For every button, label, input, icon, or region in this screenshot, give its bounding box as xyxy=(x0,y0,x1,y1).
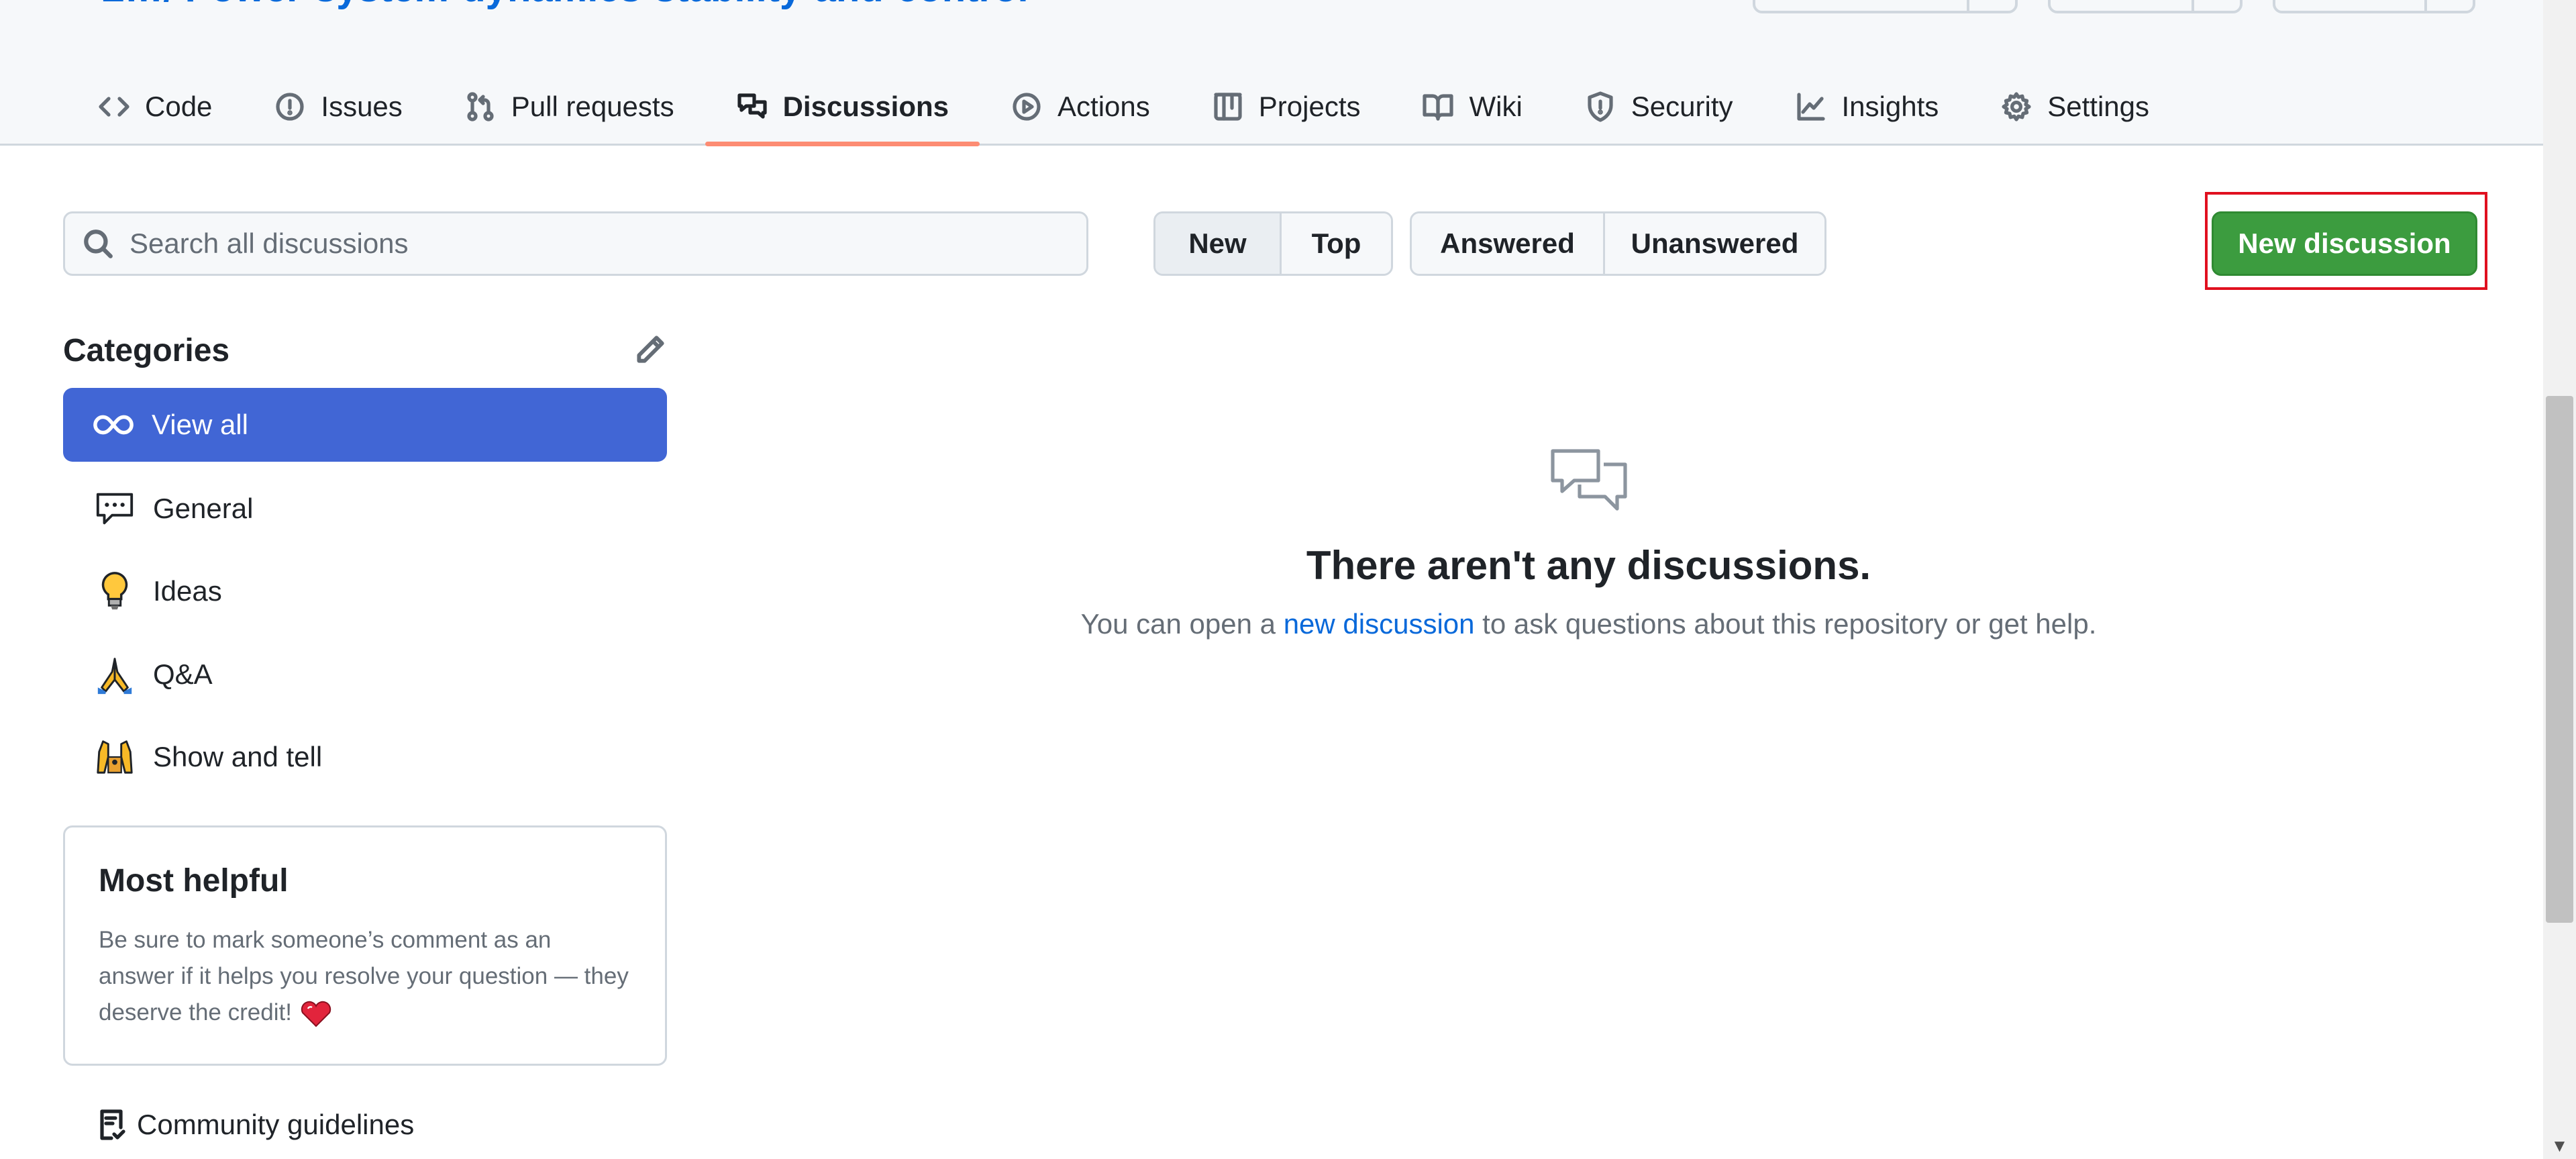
page-scrollbar[interactable]: ▼ xyxy=(2543,0,2576,1159)
most-helpful-title: Most helpful xyxy=(99,863,289,899)
category-label: Show and tell xyxy=(153,741,323,772)
tab-label: Insights xyxy=(1841,90,1939,122)
category-label: General xyxy=(153,493,254,524)
search-input[interactable] xyxy=(130,228,1055,260)
table-icon xyxy=(1214,92,1242,121)
sparkling-heart-icon xyxy=(301,1001,331,1027)
tab-pull-requests[interactable]: Pull requests xyxy=(433,67,705,146)
empty-state-title: There aren't any discussions. xyxy=(1306,543,1871,588)
tab-insights[interactable]: Insights xyxy=(1764,67,1970,146)
repo-tabs: Code Issues Pull requests Discussions Ac… xyxy=(67,67,2180,146)
tab-label: Issues xyxy=(321,90,403,122)
file-check-icon xyxy=(100,1109,125,1140)
category-view-all[interactable]: View all xyxy=(63,388,667,462)
category-label: Ideas xyxy=(153,575,222,607)
most-helpful-text: Be sure to mark someone’s comment as an … xyxy=(99,927,629,1025)
tab-discussions[interactable]: Discussions xyxy=(705,67,980,146)
answer-filter-toggle: Answered Unanswered xyxy=(1410,211,1826,276)
code-icon xyxy=(99,96,130,117)
community-guidelines-link[interactable]: Community guidelines xyxy=(95,1109,414,1141)
discussion-empty-icon xyxy=(1550,448,1628,515)
pencil-icon xyxy=(637,336,664,363)
shield-icon xyxy=(1588,91,1613,122)
light-bulb-icon xyxy=(94,570,136,612)
category-general[interactable]: General xyxy=(63,472,667,546)
repo-title[interactable]: L…/ Power-system-dynamics-stability-and-… xyxy=(101,0,1029,9)
tab-wiki[interactable]: Wiki xyxy=(1391,67,1553,146)
sort-toggle: New Top xyxy=(1153,211,1393,276)
community-guidelines-label: Community guidelines xyxy=(137,1109,415,1140)
speech-balloon-icon xyxy=(94,488,136,530)
sort-new-button[interactable]: New xyxy=(1155,213,1280,274)
search-discussions[interactable] xyxy=(63,211,1088,276)
gear-icon xyxy=(2002,91,2031,121)
book-icon xyxy=(1423,93,1454,121)
discussion-icon xyxy=(737,93,767,119)
scrollbar-thumb[interactable] xyxy=(2546,396,2573,923)
empty-desc-prefix: You can open a xyxy=(1080,608,1284,640)
edit-categories-button[interactable] xyxy=(633,333,667,366)
filter-unanswered-button[interactable]: Unanswered xyxy=(1603,213,1824,274)
graph-icon xyxy=(1796,92,1825,121)
category-show-and-tell[interactable]: Show and tell xyxy=(63,720,667,794)
play-icon xyxy=(1013,92,1041,121)
repo-header: L…/ Power-system-dynamics-stability-and-… xyxy=(0,0,2543,146)
tab-issues[interactable]: Issues xyxy=(243,67,433,146)
tab-code[interactable]: Code xyxy=(67,67,243,146)
scroll-down-arrow[interactable]: ▼ xyxy=(2543,1132,2576,1159)
tab-settings[interactable]: Settings xyxy=(1969,67,2180,146)
sort-top-button[interactable]: Top xyxy=(1280,213,1391,274)
new-discussion-link[interactable]: new discussion xyxy=(1284,608,1475,640)
most-helpful-card: Most helpful Be sure to mark someone’s c… xyxy=(63,825,667,1066)
fork-button-group[interactable] xyxy=(2048,0,2243,13)
folded-hands-icon xyxy=(94,654,136,695)
category-label: View all xyxy=(152,409,248,440)
tab-security[interactable]: Security xyxy=(1553,67,1764,146)
category-label: Q&A xyxy=(153,658,213,690)
watch-button-group[interactable] xyxy=(1753,0,2018,13)
empty-desc-suffix: to ask questions about this repository o… xyxy=(1474,608,2097,640)
pull-request-icon xyxy=(467,91,494,121)
tab-label: Settings xyxy=(2047,90,2150,122)
tab-label: Wiki xyxy=(1469,90,1523,122)
category-qa[interactable]: Q&A xyxy=(63,638,667,711)
tab-label: Code xyxy=(145,90,213,122)
tab-actions[interactable]: Actions xyxy=(980,67,1181,146)
categories-title: Categories xyxy=(63,333,230,368)
tab-label: Pull requests xyxy=(511,90,674,122)
search-icon xyxy=(84,230,113,258)
most-helpful-body: Be sure to mark someone’s comment as an … xyxy=(99,922,631,1031)
infinity-icon xyxy=(93,404,134,446)
tab-label: Projects xyxy=(1258,90,1361,122)
issue-icon xyxy=(276,92,305,121)
new-discussion-button[interactable]: New discussion xyxy=(2212,211,2477,276)
raised-hands-icon xyxy=(94,736,136,778)
filter-answered-button[interactable]: Answered xyxy=(1412,213,1603,274)
tab-label: Actions xyxy=(1058,90,1150,122)
repo-title-clip: L…/ Power-system-dynamics-stability-and-… xyxy=(101,0,1029,9)
tab-label: Discussions xyxy=(782,90,949,122)
tab-label: Security xyxy=(1631,90,1733,122)
empty-state-description: You can open a new discussion to ask que… xyxy=(966,608,2211,640)
star-button-group[interactable] xyxy=(2273,0,2475,13)
category-ideas[interactable]: Ideas xyxy=(63,554,667,628)
tab-projects[interactable]: Projects xyxy=(1181,67,1392,146)
